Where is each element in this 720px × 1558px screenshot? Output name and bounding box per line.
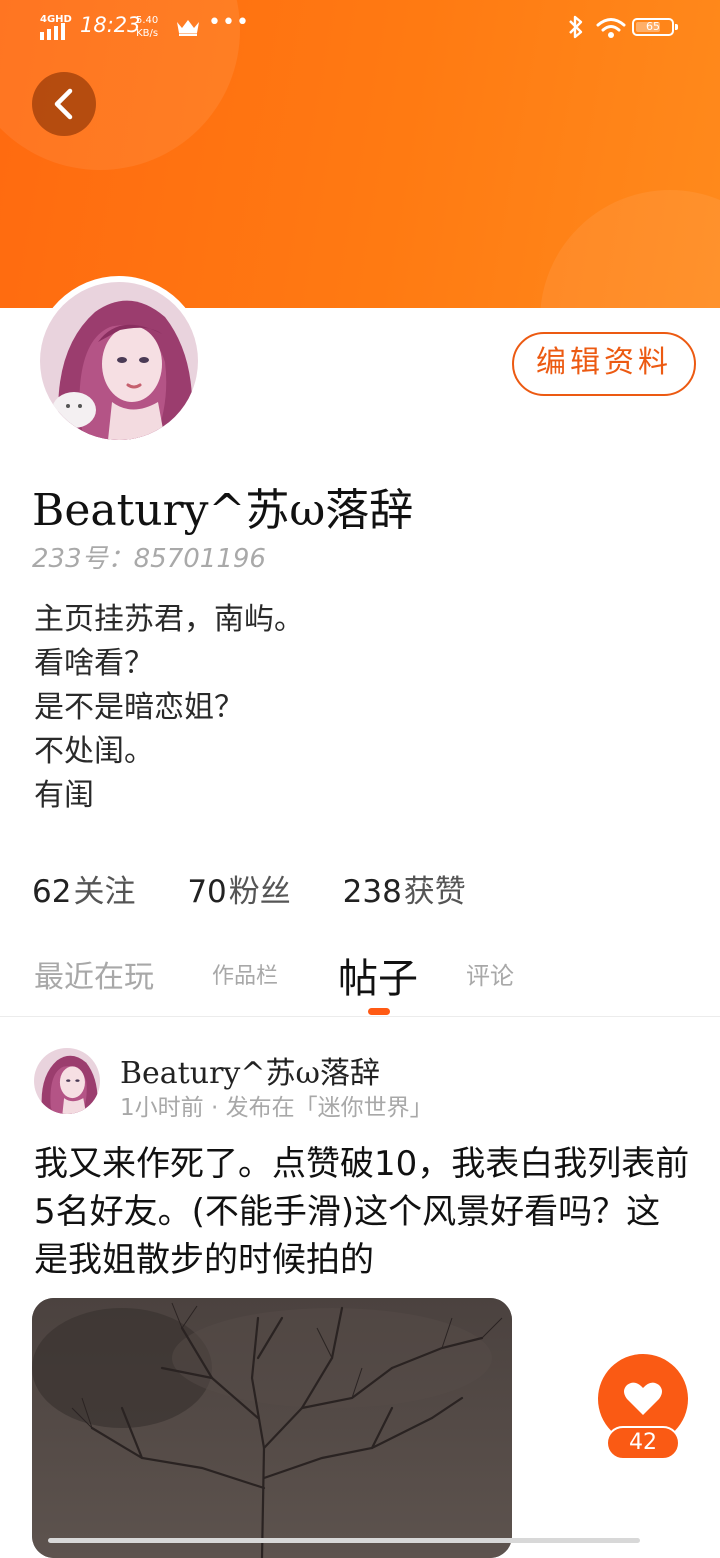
status-time: 18:23 [80, 13, 141, 37]
tab-recently-played[interactable]: 最近在玩 [34, 952, 154, 996]
stat-followers[interactable]: 70粉丝 [187, 866, 290, 911]
stat-value: 70 [187, 874, 227, 910]
bio-line: 是不是暗恋姐？ [34, 690, 244, 725]
bluetooth-icon [569, 15, 583, 39]
bio-line: 看啥看？ [34, 646, 154, 681]
post-meta: 1小时前 · 发布在「迷你世界」 [120, 1095, 433, 1121]
post-author-name[interactable]: Beatury^苏ω落辞 [120, 1048, 380, 1092]
stat-label: 粉丝 [228, 874, 291, 910]
avatar-illustration [34, 1048, 100, 1114]
bio-line: 主页挂苏君，南屿。 [34, 602, 304, 637]
like-count: 42 [606, 1426, 680, 1460]
stat-following[interactable]: 62关注 [32, 866, 135, 911]
post-author-avatar[interactable] [34, 1048, 100, 1114]
heart-icon [624, 1382, 662, 1415]
network-type: 4GHD [40, 14, 72, 25]
wifi-icon [596, 18, 626, 38]
avatar-illustration [40, 282, 198, 440]
stat-value: 62 [32, 874, 72, 910]
post-body-text[interactable]: 我又来作死了。点赞破10，我表白我列表前5名好友。(不能手滑)这个风景好看吗？这… [34, 1140, 694, 1284]
profile-stats: 62关注 70粉丝 238获赞 [32, 866, 508, 911]
tab-posts[interactable]: 帖子 [338, 946, 418, 1004]
stat-value: 238 [342, 874, 402, 910]
edit-profile-button[interactable]: 编辑资料 [512, 332, 696, 396]
tree-branches-photo [32, 1298, 512, 1558]
signal-icon: 4GHD [40, 14, 72, 40]
network-speed-value: 5.40 [136, 15, 159, 26]
profile-user-id: 233号：85701196 [32, 544, 266, 574]
chevron-left-icon [54, 88, 73, 120]
status-bar: 4GHD 18:23 5.40 KB/s ••• 65 [0, 0, 720, 56]
network-speed-unit: KB/s [136, 28, 159, 39]
home-indicator[interactable] [48, 1538, 640, 1543]
stat-label: 获赞 [403, 874, 466, 910]
active-tab-indicator [368, 1008, 390, 1015]
network-speed: 5.40 KB/s [136, 14, 158, 40]
battery-level: 65 [646, 20, 660, 33]
back-button[interactable] [32, 72, 96, 136]
stat-likes[interactable]: 238获赞 [343, 866, 466, 911]
stat-label: 关注 [73, 874, 136, 910]
bio-line: 不处闺。 [34, 734, 154, 769]
more-notifications-icon: ••• [208, 10, 250, 35]
tab-works[interactable]: 作品栏 [212, 958, 278, 990]
profile-header-banner: 4GHD 18:23 5.40 KB/s ••• 65 [0, 0, 720, 308]
profile-username: Beatury^苏ω落辞 [32, 485, 414, 536]
battery-icon: 65 [632, 18, 678, 36]
banner-decoration [540, 190, 720, 308]
profile-bio: 主页挂苏君，南屿。 看啥看？ 是不是暗恋姐？ 不处闺。 有闺 [34, 598, 304, 818]
crown-icon [177, 20, 199, 36]
post-photo[interactable] [32, 1298, 512, 1558]
bio-line: 有闺 [34, 778, 94, 813]
tab-comments[interactable]: 评论 [466, 956, 514, 991]
profile-tabs: 最近在玩 作品栏 帖子 评论 [0, 940, 720, 1017]
avatar[interactable] [40, 282, 198, 440]
